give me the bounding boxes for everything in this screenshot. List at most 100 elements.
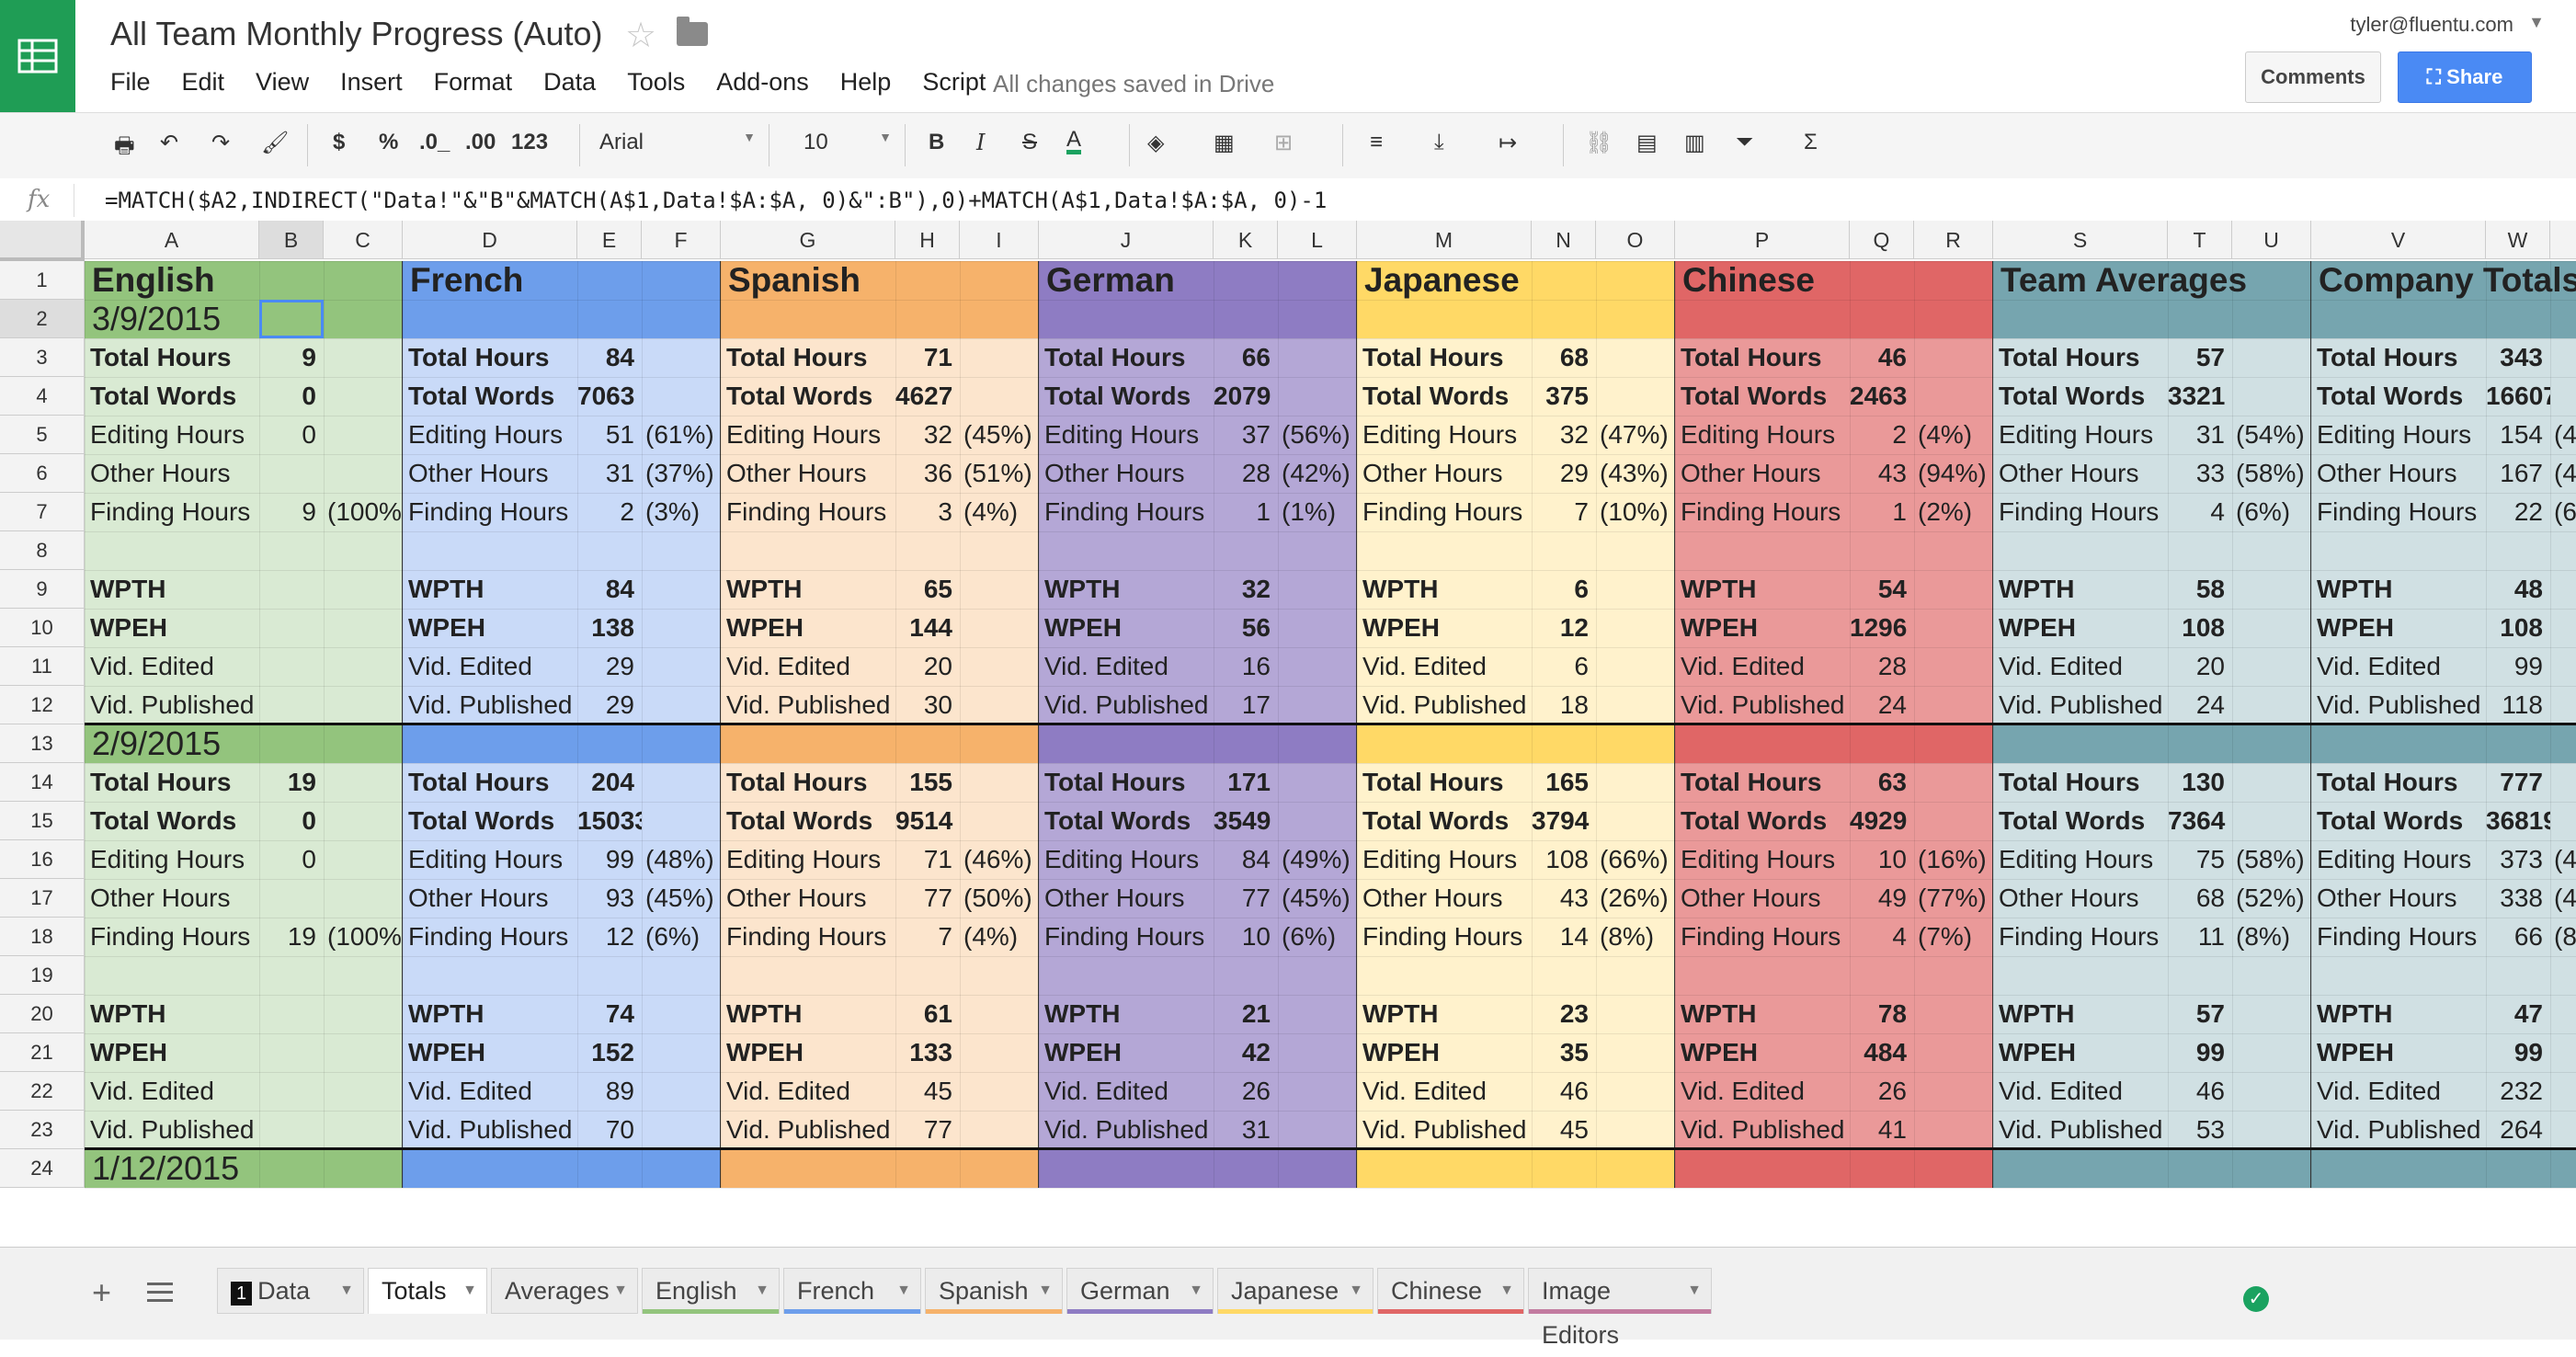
value-wpth[interactable]: 48 [2486,570,2550,609]
value-finding[interactable]: 14 [1532,918,1596,956]
row-label-wpeh[interactable]: WPEH [85,1033,259,1072]
date-row-company-totals[interactable] [2311,724,2576,763]
value-finding[interactable]: 11 [2168,918,2232,956]
row-label-total-hours[interactable]: Total Hours [1357,338,1532,377]
row-label-finding-hours[interactable]: Finding Hours [1675,918,1850,956]
percent-other-pct[interactable]: (49%) [2550,454,2576,493]
undo-icon[interactable]: ↶ [160,130,178,156]
column-header-i[interactable]: I [960,221,1039,259]
value-wpeh[interactable] [259,609,324,647]
row-label-vid-edited[interactable]: Vid. Edited [2311,1072,2486,1111]
date-row-chinese[interactable] [1675,300,1993,338]
value-editing[interactable]: 0 [259,840,324,879]
row-header-14[interactable]: 14 [0,763,85,802]
value-other[interactable]: 338 [2486,879,2550,918]
row-label-other-hours[interactable]: Other Hours [1993,454,2168,493]
chevron-down-icon[interactable]: ▼ [462,1269,477,1313]
sheet-tab-totals[interactable]: Totals ▼ [368,1268,487,1314]
date-row-french[interactable] [403,724,721,763]
menu-item-edit[interactable]: Edit [182,68,225,97]
chevron-down-icon[interactable]: ▼ [896,1269,911,1313]
value-vid-published[interactable]: 53 [2168,1111,2232,1149]
percent-finding-pct[interactable]: (10%) [1596,493,1675,531]
sheet-tab-japanese[interactable]: Japanese ▼ [1217,1268,1373,1314]
row-label-total-words[interactable]: Total Words [1993,802,2168,840]
percent-other-pct[interactable]: (51%) [960,454,1039,493]
percent-finding-pct[interactable]: (8%) [2232,918,2311,956]
row-label-vid-edited[interactable]: Vid. Edited [1357,647,1532,686]
row-label-editing-hours[interactable]: Editing Hours [1357,416,1532,454]
row-header-15[interactable]: 15 [0,802,85,840]
value-total-hours[interactable]: 155 [895,763,960,802]
row-header-10[interactable]: 10 [0,609,85,647]
percent-other-pct[interactable]: (45%) [1278,879,1357,918]
value-finding[interactable]: 7 [1532,493,1596,531]
selected-cell-b2[interactable] [259,300,324,338]
row-header-5[interactable]: 5 [0,416,85,454]
value-other[interactable]: 29 [1532,454,1596,493]
value-vid-published[interactable] [259,1111,324,1149]
row-label-wpth[interactable]: WPTH [1993,570,2168,609]
row-header-11[interactable]: 11 [0,647,85,686]
value-total-words[interactable]: 3794 [1532,802,1596,840]
row-label-vid-edited[interactable]: Vid. Edited [1993,1072,2168,1111]
row-label-total-words[interactable]: Total Words [2311,377,2486,416]
print-icon[interactable]: 🖶 [114,130,135,167]
row-label-total-hours[interactable]: Total Hours [721,763,895,802]
row-header-19[interactable]: 19 [0,956,85,995]
value-vid-published[interactable]: 31 [1214,1111,1278,1149]
value-wpth[interactable]: 6 [1532,570,1596,609]
value-other[interactable]: 77 [1214,879,1278,918]
value-total-words[interactable]: 2463 [1850,377,1914,416]
row-label-wpeh[interactable]: WPEH [1357,609,1532,647]
row-label-editing-hours[interactable]: Editing Hours [1993,840,2168,879]
value-vid-published[interactable]: 30 [895,686,960,724]
row-label-wpeh[interactable]: WPEH [1675,1033,1850,1072]
column-header-c[interactable]: C [324,221,403,259]
row-label-vid-edited[interactable]: Vid. Edited [721,647,895,686]
value-total-hours[interactable]: 71 [895,338,960,377]
row-label-vid-edited[interactable]: Vid. Edited [403,647,577,686]
bold-button[interactable]: B [929,130,944,155]
column-header-o[interactable]: O [1596,221,1675,259]
percent-editing-pct[interactable] [324,840,403,879]
column-header-h[interactable]: H [895,221,960,259]
fill-color-icon[interactable]: ◈ [1147,130,1164,156]
value-editing[interactable]: 31 [2168,416,2232,454]
value-total-hours[interactable]: 9 [259,338,324,377]
row-label-other-hours[interactable]: Other Hours [721,454,895,493]
row-label-other-hours[interactable]: Other Hours [1039,454,1214,493]
row-label-finding-hours[interactable]: Finding Hours [1993,918,2168,956]
row-label-vid-published[interactable]: Vid. Published [1039,1111,1214,1149]
percent-finding-pct[interactable]: (7%) [1914,918,1993,956]
row-label-editing-hours[interactable]: Editing Hours [85,840,259,879]
row-label-total-hours[interactable]: Total Hours [1675,338,1850,377]
row-label-wpth[interactable]: WPTH [1357,570,1532,609]
date-row-chinese[interactable] [1675,724,1993,763]
column-header-p[interactable]: P [1675,221,1850,259]
value-total-hours[interactable]: 777 [2486,763,2550,802]
value-other[interactable]: 167 [2486,454,2550,493]
percent-format-button[interactable]: % [379,130,398,155]
row-header-9[interactable]: 9 [0,570,85,609]
row-header-4[interactable]: 4 [0,377,85,416]
row-label-editing-hours[interactable]: Editing Hours [1039,416,1214,454]
percent-finding-pct[interactable]: (6%) [2550,493,2576,531]
team-header-german[interactable]: German [1039,261,1357,300]
percent-editing-pct[interactable]: (54%) [2232,416,2311,454]
value-wpeh[interactable]: 1296 [1850,609,1914,647]
column-header-s[interactable]: S [1993,221,2168,259]
column-header-n[interactable]: N [1532,221,1596,259]
date-row-company-totals[interactable] [2311,1149,2576,1188]
percent-finding-pct[interactable]: (3%) [642,493,721,531]
value-vid-edited[interactable]: 28 [1850,647,1914,686]
value-vid-published[interactable]: 70 [577,1111,642,1149]
row-label-wpth[interactable]: WPTH [403,570,577,609]
percent-editing-pct[interactable]: (48%) [2550,840,2576,879]
date-row-spanish[interactable] [721,724,1039,763]
percent-other-pct[interactable] [324,454,403,493]
value-vid-edited[interactable]: 26 [1214,1072,1278,1111]
text-color-button[interactable]: A [1066,129,1082,154]
more-formats-button[interactable]: 123 [511,130,548,155]
value-total-hours[interactable]: 57 [2168,338,2232,377]
